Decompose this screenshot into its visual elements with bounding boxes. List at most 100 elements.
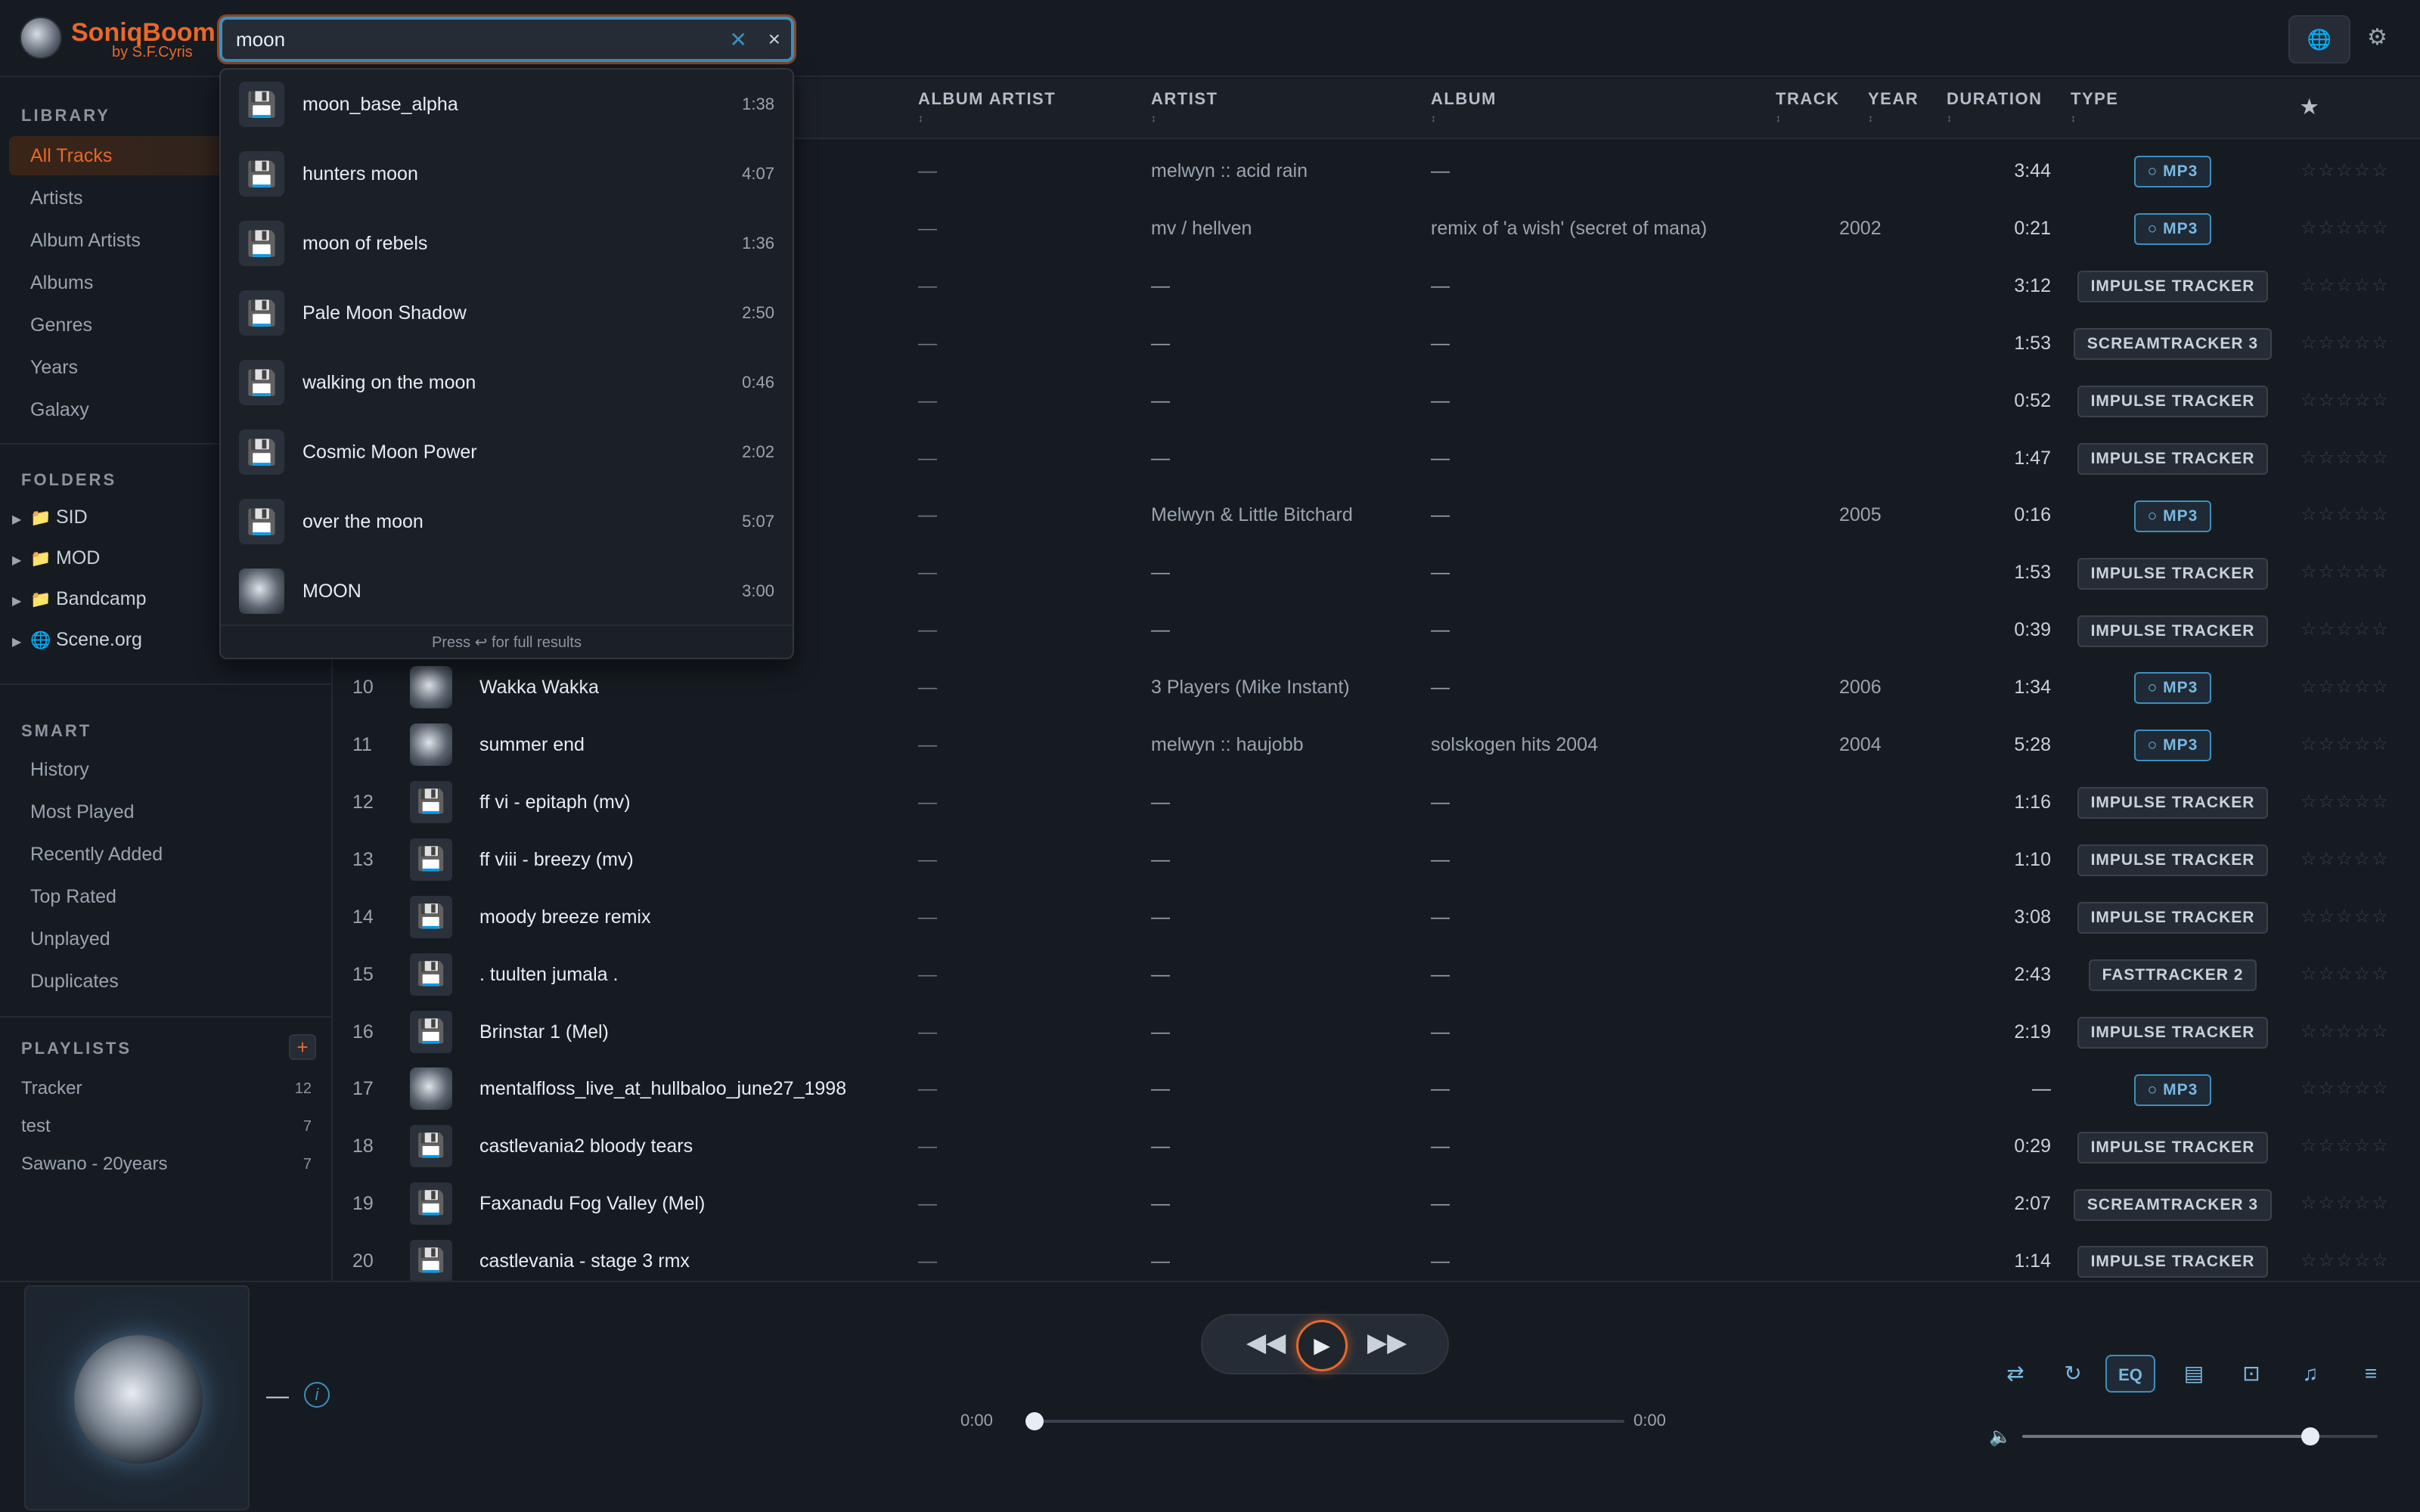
track-type: IMPULSE TRACKER [2063,773,2282,831]
sort-icon[interactable]: ↕ [1947,112,2042,124]
rating-stars[interactable]: ☆☆☆☆☆ [2301,658,2414,716]
rating-stars[interactable]: ☆☆☆☆☆ [2301,1175,2414,1232]
column-header-type[interactable]: TYPE ↕ [2071,89,2118,124]
add-playlist-button[interactable]: + [289,1034,316,1060]
sidebar-item-most-played[interactable]: Most Played [9,792,327,832]
volume-slider[interactable] [2022,1435,2378,1438]
table-row[interactable]: 12 💾 ff vi - epitaph (mv) — — — 1:16 IMPULSE TR… [334,773,2420,831]
rating-stars[interactable]: ☆☆☆☆☆ [2301,314,2414,372]
search-result-item[interactable]: MOON 3:00 [221,556,793,626]
table-row[interactable]: 10 Wakka Wakka — 3 Players (Mike Instant) — 2… [334,658,2420,716]
search-result-item[interactable]: 💾 hunters moon 4:07 [221,139,793,209]
table-row[interactable]: 14 💾 moody breeze remix — — — 3:08 IMPULSE TRAC… [334,888,2420,946]
sort-icon[interactable]: ↕ [2071,112,2118,124]
sort-icon[interactable]: ↕ [1151,112,1218,124]
expand-arrow-icon[interactable]: ▶ [12,503,30,537]
search-input[interactable] [236,20,720,59]
rating-stars[interactable]: ☆☆☆☆☆ [2301,773,2414,831]
rating-stars[interactable]: ☆☆☆☆☆ [2301,716,2414,773]
playlist-item-sawano[interactable]: Sawano - 20years 7 [21,1148,312,1181]
eq-button[interactable]: EQ [2105,1355,2155,1393]
search-box[interactable]: ✕ × [219,17,794,62]
seek-thumb[interactable] [1025,1412,1044,1430]
search-result-item[interactable]: 💾 over the moon 5:07 [221,487,793,556]
sort-icon[interactable]: ↕ [1776,112,1840,124]
folder-item-bandcamp[interactable]: ▶ 📁 Bandcamp [12,582,147,615]
rating-stars[interactable]: ☆☆☆☆☆ [2301,372,2414,429]
column-header-track[interactable]: TRACK ↕ [1776,89,1840,124]
rating-stars[interactable]: ☆☆☆☆☆ [2301,200,2414,257]
shuffle-icon[interactable]: ⇄ [1996,1355,2034,1393]
column-header-artist[interactable]: ARTIST ↕ [1151,89,1218,124]
settings-gear-icon[interactable]: ⚙ [2367,24,2387,51]
track-type: IMPULSE TRACKER [2063,1117,2282,1175]
column-header-album-artist[interactable]: ALBUM ARTIST ↕ [918,89,1056,124]
search-result-item[interactable]: 💾 moon_base_alpha 1:38 [221,70,793,139]
globe-button[interactable]: 🌐 [2288,15,2350,64]
sidebar-item-history[interactable]: History [9,750,327,789]
play-button[interactable]: ▶ [1296,1320,1348,1371]
search-result-item[interactable]: 💾 moon of rebels 1:36 [221,209,793,278]
rating-stars[interactable]: ☆☆☆☆☆ [2301,1060,2414,1117]
table-row[interactable]: 16 💾 Brinstar 1 (Mel) — — — 2:19 IMPULSE TRACKE… [334,1003,2420,1061]
table-row[interactable]: 15 💾 . tuulten jumala . — — — 2:43 FASTTRACKER … [334,946,2420,1003]
folder-item-sid[interactable]: ▶ 📁 SID [12,500,88,534]
rating-stars[interactable]: ☆☆☆☆☆ [2301,1117,2414,1175]
sidebar-item-duplicates[interactable]: Duplicates [9,962,327,1001]
rewind-icon[interactable]: ◀◀ [1246,1328,1286,1358]
sort-icon[interactable]: ↕ [1868,112,1919,124]
playlist-item-test[interactable]: test 7 [21,1110,312,1143]
sort-icon[interactable]: ↕ [918,112,1056,124]
column-header-rating-star-icon[interactable]: ★ [2301,95,2319,119]
rating-stars[interactable]: ☆☆☆☆☆ [2301,544,2414,601]
table-row[interactable]: 19 💾 Faxanadu Fog Valley (Mel) — — — 2:07 SCREA… [334,1175,2420,1232]
sidebar-item-recently-added[interactable]: Recently Added [9,835,327,874]
search-result-item[interactable]: 💾 Cosmic Moon Power 2:02 [221,417,793,487]
sort-icon[interactable]: ↕ [1431,112,1497,124]
seek-bar[interactable] [1028,1420,1624,1423]
column-header-album[interactable]: ALBUM ↕ [1431,89,1497,124]
expand-arrow-icon[interactable]: ▶ [12,544,30,578]
track-year [1839,601,1900,658]
search-result-item[interactable]: 💾 Pale Moon Shadow 2:50 [221,278,793,348]
folder-label: Bandcamp [56,588,147,609]
table-row[interactable]: 18 💾 castlevania2 bloody tears — — — 0:29 IMPUL… [334,1117,2420,1175]
info-icon[interactable]: i [304,1382,330,1408]
folder-item-scene-org[interactable]: ▶ 🌐 Scene.org [12,623,142,656]
close-search-icon[interactable]: × [768,27,780,51]
rating-stars[interactable]: ☆☆☆☆☆ [2301,946,2414,1003]
table-row[interactable]: 20 💾 castlevania - stage 3 rmx — — — 1:14 IMPUL… [334,1232,2420,1281]
table-row[interactable]: 11 summer end — melwyn :: haujobb solskogen … [334,716,2420,773]
playlist-item-tracker[interactable]: Tracker 12 [21,1072,312,1105]
rating-stars[interactable]: ☆☆☆☆☆ [2301,888,2414,946]
sidebar-item-top-rated[interactable]: Top Rated [9,877,327,916]
rating-stars[interactable]: ☆☆☆☆☆ [2301,601,2414,658]
rating-stars[interactable]: ☆☆☆☆☆ [2301,429,2414,487]
cast-icon[interactable]: ⊡ [2232,1355,2270,1393]
table-row[interactable]: 17 mentalfloss_live_at_hullbaloo_june27_1… [334,1060,2420,1117]
rating-stars[interactable]: ☆☆☆☆☆ [2301,831,2414,888]
clear-search-icon[interactable]: ✕ [730,27,747,52]
sidebar-item-unplayed[interactable]: Unplayed [9,919,327,959]
volume-thumb[interactable] [2301,1427,2319,1445]
folder-label: MOD [56,547,101,569]
visualizer-icon[interactable]: ♫ [2291,1355,2329,1393]
fast-forward-icon[interactable]: ▶▶ [1367,1328,1407,1358]
table-row[interactable]: 13 💾 ff viii - breezy (mv) — — — 1:10 IMPULSE T… [334,831,2420,888]
volume-icon[interactable]: 🔈 [1989,1426,2012,1448]
column-header-year[interactable]: YEAR ↕ [1868,89,1919,124]
expand-arrow-icon[interactable]: ▶ [12,585,30,618]
search-result-duration: 3:00 [742,581,774,600]
lyrics-icon[interactable]: ▤ [2175,1355,2213,1393]
search-result-item[interactable]: 💾 walking on the moon 0:46 [221,348,793,417]
expand-arrow-icon[interactable]: ▶ [12,626,30,659]
rating-stars[interactable]: ☆☆☆☆☆ [2301,1003,2414,1061]
queue-icon[interactable]: ≡ [2352,1355,2390,1393]
repeat-icon[interactable]: ↻ [2054,1355,2092,1393]
rating-stars[interactable]: ☆☆☆☆☆ [2301,257,2414,314]
folder-item-mod[interactable]: ▶ 📁 MOD [12,541,100,575]
rating-stars[interactable]: ☆☆☆☆☆ [2301,1232,2414,1281]
rating-stars[interactable]: ☆☆☆☆☆ [2301,142,2414,200]
rating-stars[interactable]: ☆☆☆☆☆ [2301,486,2414,544]
column-header-duration[interactable]: DURATION ↕ [1947,89,2042,124]
